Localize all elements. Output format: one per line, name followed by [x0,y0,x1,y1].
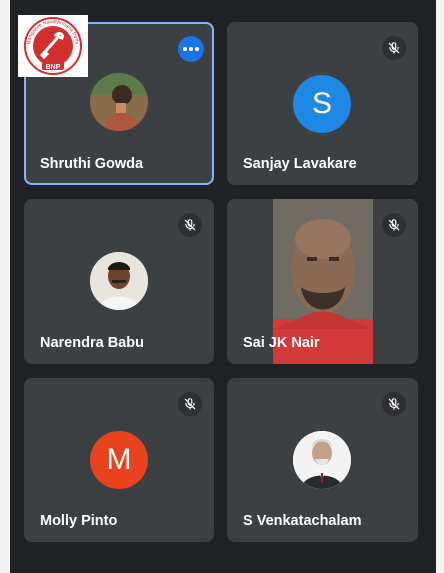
participant-tile-sanjay-lavakare[interactable]: S Sanjay Lavakare [227,22,418,185]
participant-avatar [293,431,351,489]
mic-off-icon [178,392,202,416]
participant-tile-narendra-babu[interactable]: Narendra Babu [24,199,214,364]
svg-text:BNP: BNP [46,64,61,71]
meeting-grid: Shruthi Gowda S Sanjay Lavakare Narendra… [10,0,436,573]
mic-off-icon [178,213,202,237]
participant-avatar [90,252,148,310]
participant-name: Sanjay Lavakare [243,156,357,172]
participant-tile-s-venkatachalam[interactable]: S Venkatachalam [227,378,418,542]
bnp-logo: Bangalore NavaNirmana Party BNP [18,15,88,77]
more-options-button[interactable] [178,36,204,62]
mic-off-icon [382,392,406,416]
participant-name: Sai JK Nair [243,335,320,351]
participant-initial-avatar: M [90,431,148,489]
participant-tile-molly-pinto[interactable]: M Molly Pinto [24,378,214,542]
mic-off-icon [382,213,406,237]
participant-name: Molly Pinto [40,513,118,529]
participant-tile-sai-jk-nair[interactable]: Sai JK Nair [227,199,418,364]
participant-avatar [90,73,148,131]
participant-name: Narendra Babu [40,335,144,351]
participant-name: S Venkatachalam [243,513,362,529]
mic-off-icon [382,36,406,60]
participant-initial-avatar: S [293,75,351,133]
participant-name: Shruthi Gowda [40,156,144,172]
